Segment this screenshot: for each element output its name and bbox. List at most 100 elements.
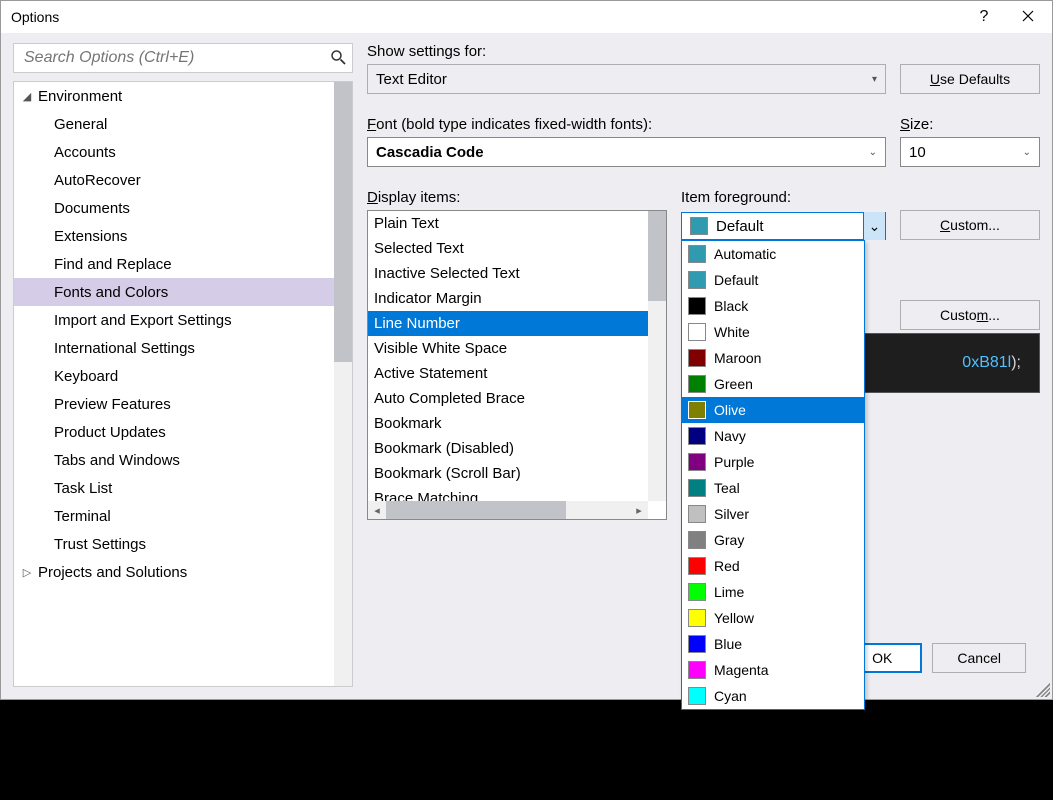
chevron-right-icon: ▷ [20, 566, 34, 579]
tree-item-label: Tabs and Windows [54, 452, 180, 469]
color-swatch [688, 531, 706, 549]
search-box[interactable] [13, 43, 353, 73]
color-option-automatic[interactable]: Automatic [682, 241, 864, 267]
color-option-teal[interactable]: Teal [682, 475, 864, 501]
color-option-black[interactable]: Black [682, 293, 864, 319]
listbox-vscroll-thumb[interactable] [648, 211, 666, 301]
options-tree[interactable]: ◢EnvironmentGeneral Accounts AutoRecoverDo… [13, 81, 353, 687]
tree-item-product-updates[interactable]: Product Updates [14, 418, 334, 446]
tree-node-projects-and-solutions[interactable]: ▷ Projects and Solutions [14, 558, 334, 586]
close-button[interactable] [1006, 2, 1050, 32]
color-swatch [688, 687, 706, 705]
color-name: White [714, 324, 750, 340]
display-item[interactable]: Inactive Selected Text [368, 261, 648, 286]
color-option-magenta[interactable]: Magenta [682, 657, 864, 683]
color-swatch [688, 271, 706, 289]
display-items-listbox[interactable]: Plain TextSelected TextInactive Selected… [367, 210, 667, 520]
preview-text: 0xB81l [962, 354, 1011, 372]
tree-item-accounts[interactable]: Accounts [14, 138, 334, 166]
resize-grip[interactable] [1036, 683, 1050, 697]
listbox-hscroll-thumb[interactable] [386, 501, 566, 519]
color-option-maroon[interactable]: Maroon [682, 345, 864, 371]
tree-scroll-thumb[interactable] [334, 82, 352, 362]
color-option-olive[interactable]: Olive [682, 397, 864, 423]
display-item[interactable]: Bookmark (Disabled) [368, 436, 648, 461]
tree-item-general[interactable]: General [14, 110, 334, 138]
tree-item-trust-settings[interactable]: Trust Settings [14, 530, 334, 558]
tree-item-label: Keyboard [54, 368, 118, 385]
display-item[interactable]: Active Statement [368, 361, 648, 386]
display-item[interactable]: Indicator Margin [368, 286, 648, 311]
scroll-left-icon[interactable]: ◂ [368, 501, 386, 519]
foreground-custom-button[interactable]: Custom... [900, 210, 1040, 240]
right-pane: Show settings for: Text Editor ▾ Use Def… [367, 43, 1040, 687]
display-item[interactable]: Auto Completed Brace [368, 386, 648, 411]
color-option-lime[interactable]: Lime [682, 579, 864, 605]
scroll-right-icon[interactable]: ▸ [630, 501, 648, 519]
window-title: Options [11, 9, 962, 25]
size-dropdown[interactable]: 10 ⌄ [900, 137, 1040, 167]
color-option-purple[interactable]: Purple [682, 449, 864, 475]
chevron-down-icon: ⌄ [1023, 147, 1031, 158]
dialog-body: ◢EnvironmentGeneral Accounts AutoRecoverDo… [1, 33, 1052, 699]
display-item[interactable]: Brace Matching [368, 486, 648, 501]
display-item[interactable]: Plain Text [368, 211, 648, 236]
color-option-blue[interactable]: Blue [682, 631, 864, 657]
item-foreground-dropdown[interactable]: Default ⌄ [681, 212, 886, 240]
display-item[interactable]: Selected Text [368, 236, 648, 261]
color-name: Gray [714, 532, 744, 548]
color-swatch [688, 401, 706, 419]
tree-node-environment[interactable]: ◢Environment [14, 82, 334, 110]
color-name: Default [714, 272, 758, 288]
cancel-button[interactable]: Cancel [932, 643, 1026, 673]
color-name: Maroon [714, 350, 761, 366]
tree-item-documents[interactable]: Documents [14, 194, 334, 222]
tree-item-label: Trust Settings [54, 536, 146, 553]
listbox-vscrollbar[interactable] [648, 211, 666, 501]
tree-node-label: Projects and Solutions [38, 564, 187, 581]
left-pane: ◢EnvironmentGeneral Accounts AutoRecoverDo… [13, 43, 353, 687]
color-option-gray[interactable]: Gray [682, 527, 864, 553]
font-dropdown[interactable]: Cascadia Code ⌄ [367, 137, 886, 167]
display-item[interactable]: Bookmark [368, 411, 648, 436]
help-icon: ? [980, 8, 989, 26]
tree-item-extensions[interactable]: Extensions [14, 222, 334, 250]
color-option-navy[interactable]: Navy [682, 423, 864, 449]
color-option-white[interactable]: White [682, 319, 864, 345]
tree-item-import-and-export-settings[interactable]: Import and Export Settings [14, 306, 334, 334]
color-option-red[interactable]: Red [682, 553, 864, 579]
tree-item-tabs-and-windows[interactable]: Tabs and Windows [14, 446, 334, 474]
color-option-yellow[interactable]: Yellow [682, 605, 864, 631]
color-option-green[interactable]: Green [682, 371, 864, 397]
search-input[interactable] [22, 48, 330, 68]
search-icon [330, 49, 346, 68]
color-option-default[interactable]: Default [682, 267, 864, 293]
size-label: Size: [900, 116, 1040, 133]
listbox-hscrollbar[interactable]: ◂ ▸ [368, 501, 648, 519]
color-swatch [688, 583, 706, 601]
item-foreground-popup[interactable]: Automatic Default Black White Maroon GreenOli… [681, 240, 865, 710]
tree-item-autorecover[interactable]: AutoRecover [14, 166, 334, 194]
display-item[interactable]: Bookmark (Scroll Bar) [368, 461, 648, 486]
settings-for-dropdown[interactable]: Text Editor ▾ [367, 64, 886, 94]
tree-item-preview-features[interactable]: Preview Features [14, 390, 334, 418]
tree-item-international-settings[interactable]: International Settings [14, 334, 334, 362]
help-button[interactable]: ? [962, 2, 1006, 32]
titlebar: Options ? [1, 1, 1052, 33]
background-custom-button[interactable]: Custom... [900, 300, 1040, 330]
tree-item-label: Product Updates [54, 424, 166, 441]
tree-item-keyboard[interactable]: Keyboard [14, 362, 334, 390]
tree-item-terminal[interactable]: Terminal [14, 502, 334, 530]
color-option-silver[interactable]: Silver [682, 501, 864, 527]
color-swatch [688, 245, 706, 263]
tree-item-fonts-and-colors[interactable]: Fonts and Colors [14, 278, 334, 306]
tree-item-find-and-replace[interactable]: Find and Replace [14, 250, 334, 278]
display-item[interactable]: Visible White Space [368, 336, 648, 361]
tree-item-label: Accounts [54, 144, 116, 161]
tree-scrollbar[interactable] [334, 82, 352, 686]
chevron-down-icon[interactable]: ⌄ [863, 212, 885, 240]
tree-item-task-list[interactable]: Task List [14, 474, 334, 502]
display-item[interactable]: Line Number [368, 311, 648, 336]
use-defaults-button[interactable]: Use Defaults [900, 64, 1040, 94]
color-option-cyan[interactable]: Cyan [682, 683, 864, 709]
